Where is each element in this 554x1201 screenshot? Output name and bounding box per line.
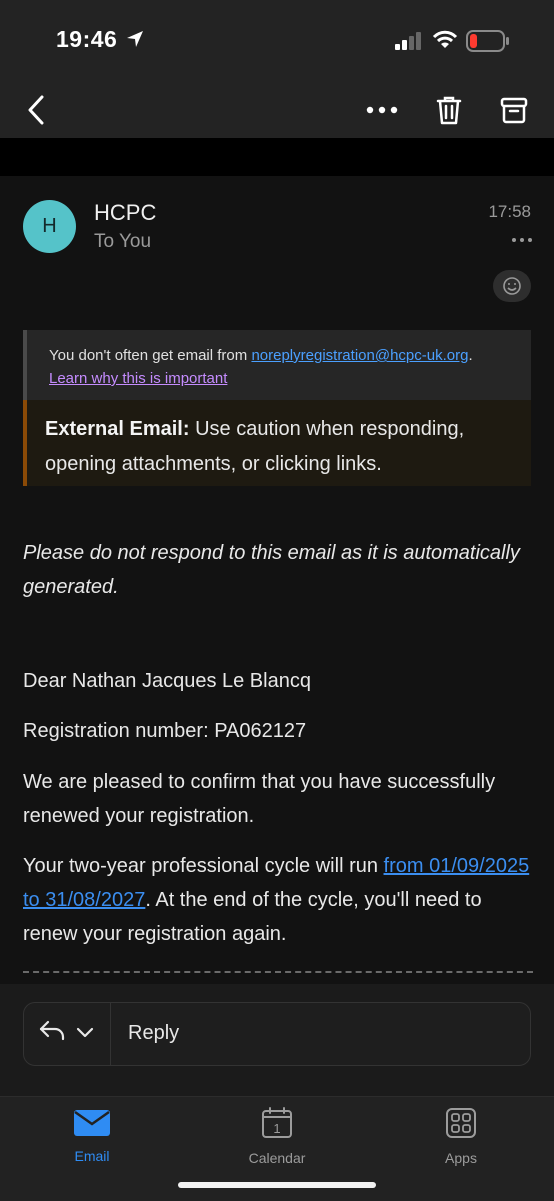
mail-icon [74, 1110, 110, 1136]
sender-avatar[interactable]: H [23, 200, 76, 253]
reply-arrow-icon[interactable] [38, 1019, 66, 1041]
location-arrow-icon [127, 31, 143, 47]
message-more-icon[interactable] [510, 232, 534, 246]
calendar-day: 1 [273, 1121, 280, 1136]
reply-box[interactable]: Reply [23, 1002, 531, 1066]
external-email-banner: External Email: Use caution when respond… [23, 400, 531, 486]
tab-calendar-label: Calendar [248, 1150, 306, 1166]
home-indicator[interactable] [178, 1182, 376, 1188]
avatar-initial: H [42, 215, 57, 237]
sender-email-link[interactable]: noreplyregistration@hcpc-uk.org [251, 347, 468, 364]
reply-divider [110, 1003, 111, 1065]
add-reaction-button[interactable] [493, 270, 531, 302]
tab-email-label: Email [74, 1148, 110, 1164]
greeting: Dear Nathan Jacques Le Blancq [23, 670, 311, 692]
chevron-left-icon [28, 95, 44, 125]
header-separator [0, 138, 554, 176]
notice-text: You don't often get email from [49, 347, 252, 364]
more-options-button[interactable] [360, 88, 404, 132]
status-bar: 19:46 [0, 0, 554, 80]
separator-dashes [23, 971, 533, 975]
learn-why-link[interactable]: Learn why this is important [49, 370, 227, 387]
archive-icon [500, 97, 528, 124]
tab-calendar[interactable]: 1 Calendar [217, 1107, 337, 1166]
confirmation-text: We are pleased to confirm that you have … [23, 771, 496, 827]
smiley-icon [503, 277, 521, 295]
delete-button[interactable] [427, 88, 471, 132]
cycle-text: Your two-year professional cycle will ru… [23, 849, 533, 951]
sender-notice: You don't often get email from noreplyre… [23, 330, 531, 400]
cycle-text-start: Your two-year professional cycle will ru… [23, 855, 384, 877]
nav-bar [0, 80, 554, 138]
message-view: H HCPC To You 17:58 You don't often get … [0, 176, 554, 984]
status-time: 19:46 [56, 26, 118, 52]
wifi-icon [432, 30, 458, 48]
notice-period: . [468, 347, 473, 364]
tab-apps[interactable]: Apps [401, 1107, 521, 1166]
external-label: External Email: [45, 418, 190, 440]
apps-grid-icon [446, 1108, 476, 1138]
back-button[interactable] [14, 88, 58, 132]
tab-email[interactable]: Email [32, 1107, 152, 1164]
calendar-icon: 1 [262, 1107, 292, 1138]
archive-button[interactable] [492, 88, 536, 132]
trash-icon [436, 96, 462, 125]
message-time: 17:58 [488, 202, 531, 221]
reply-button[interactable]: Reply [128, 1022, 179, 1045]
cellular-signal-icon [395, 32, 421, 50]
recipient-line[interactable]: To You [94, 231, 151, 253]
registration-number: Registration number: PA062127 [23, 720, 307, 742]
chevron-down-icon[interactable] [76, 1027, 94, 1039]
auto-generated-note: Please do not respond to this email as i… [23, 542, 520, 598]
battery-low-icon [466, 30, 509, 52]
sender-name[interactable]: HCPC [94, 200, 156, 226]
more-horizontal-icon [366, 106, 398, 114]
tab-apps-label: Apps [445, 1150, 477, 1166]
